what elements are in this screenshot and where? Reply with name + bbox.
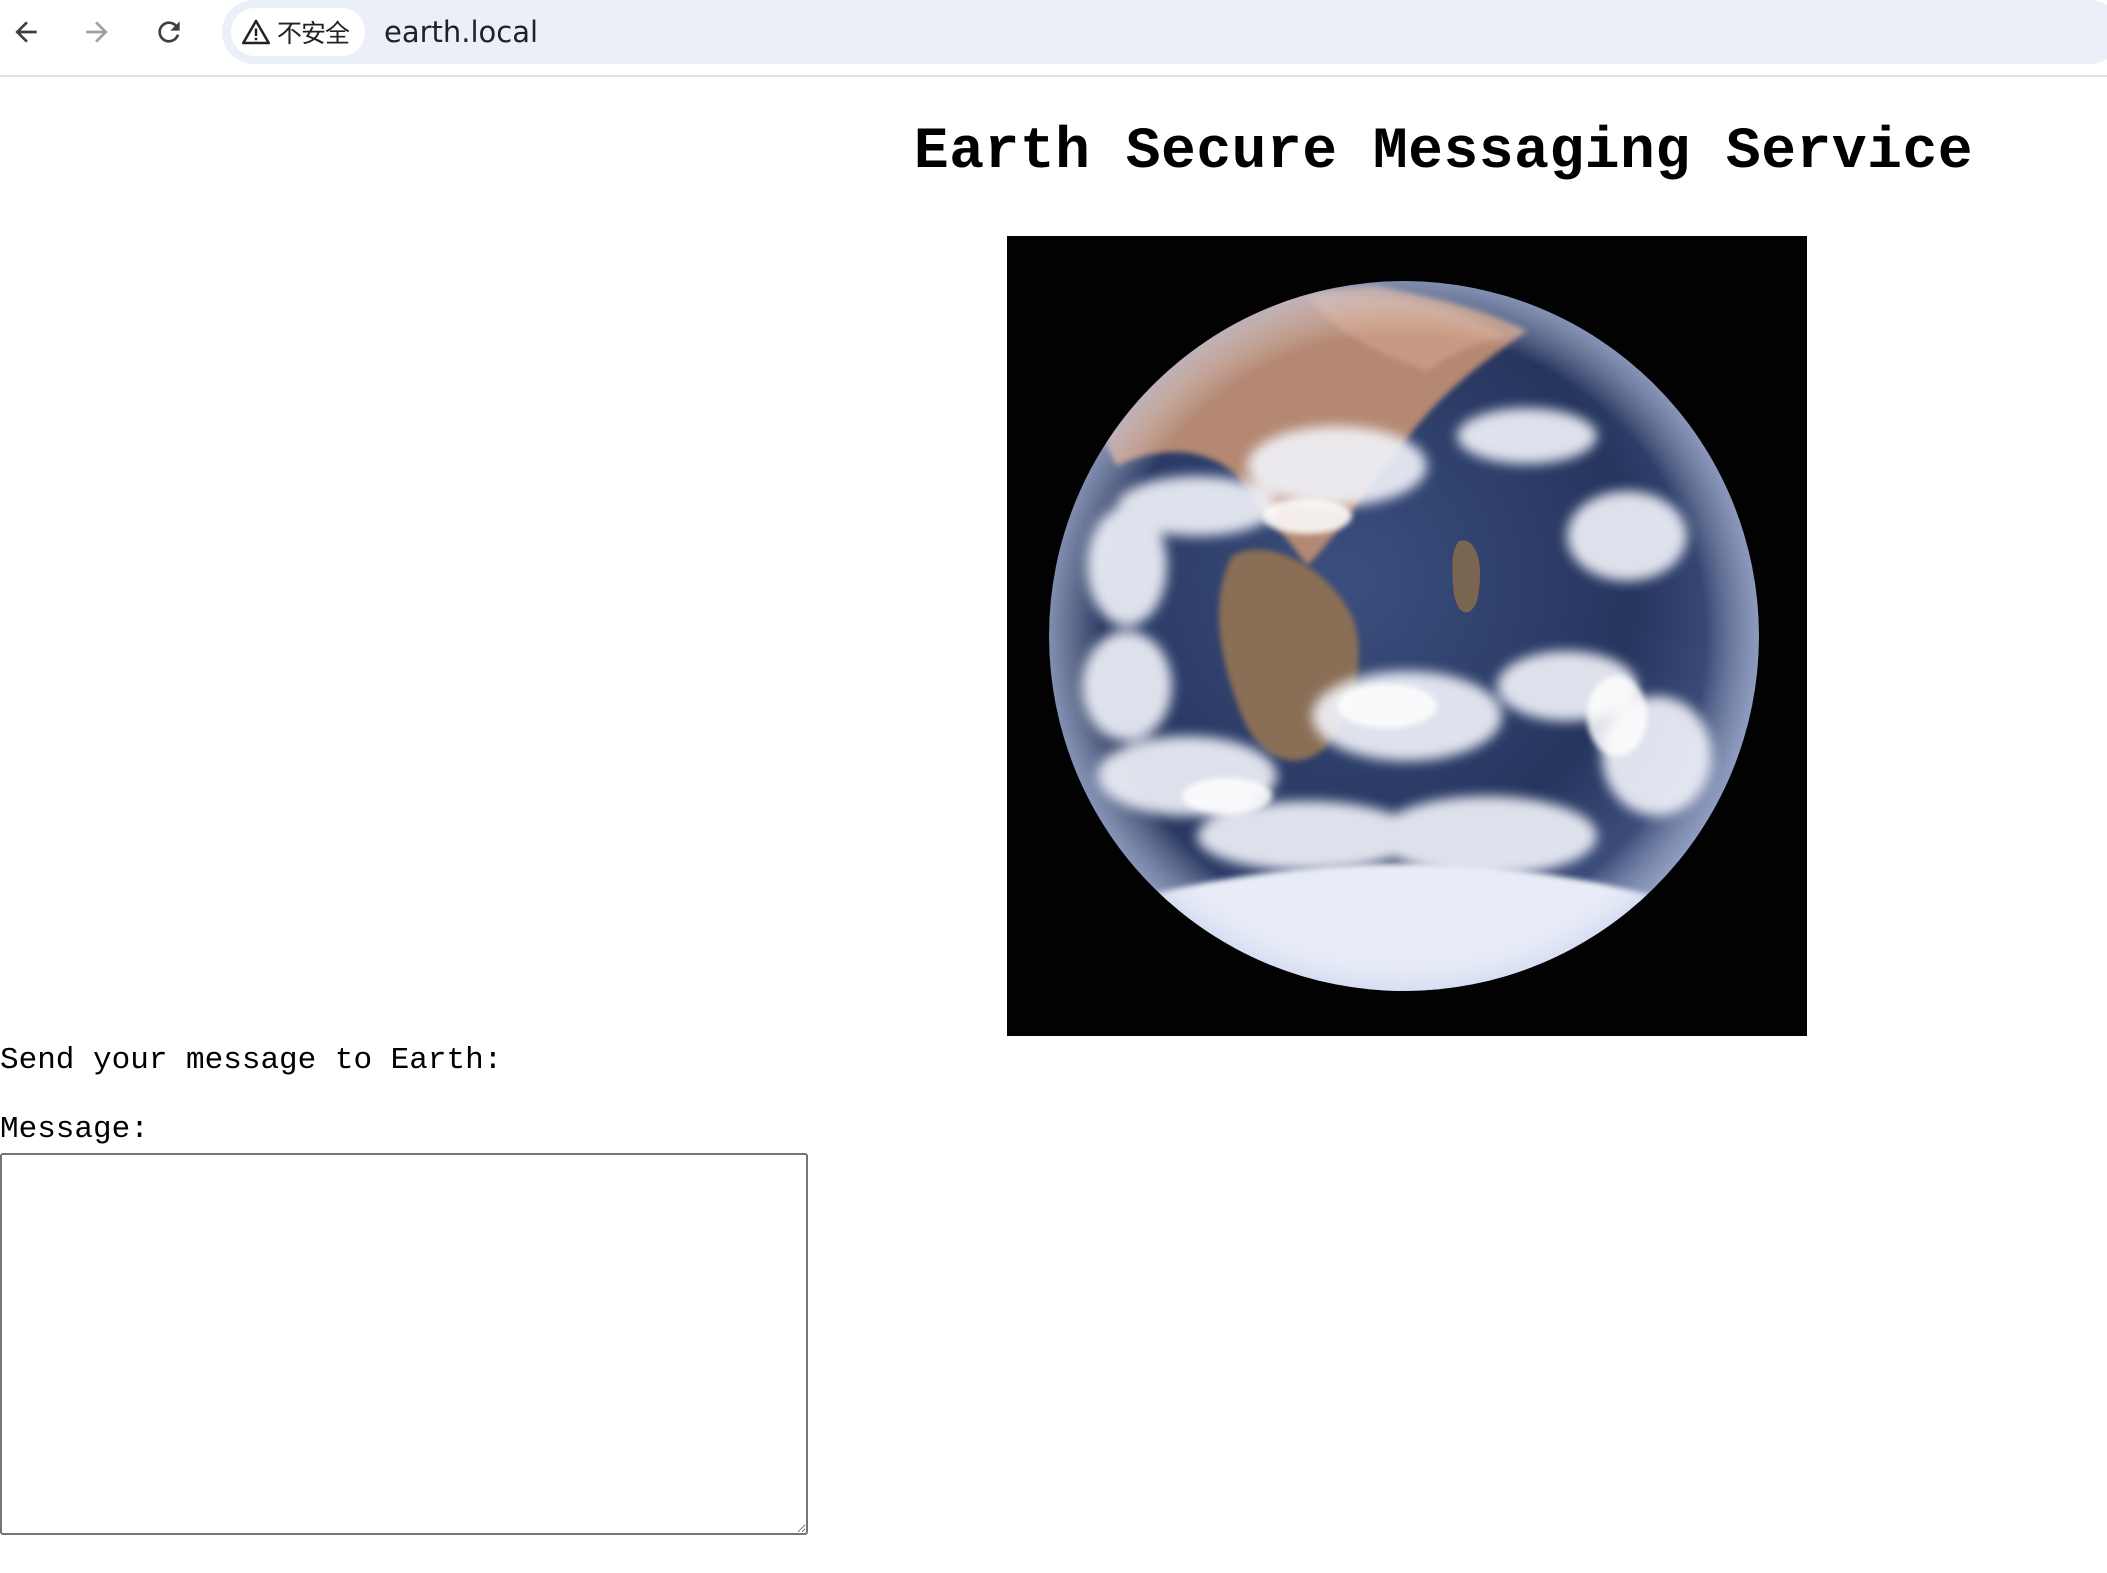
- back-button[interactable]: [2, 8, 50, 56]
- earth-image: [1007, 236, 1807, 1036]
- arrow-right-icon: [86, 21, 108, 43]
- earth-globe-graphic: [1007, 236, 1807, 1036]
- security-label: 不安全: [277, 19, 350, 48]
- browser-toolbar: 不安全 earth.local: [0, 0, 2107, 77]
- send-message-prompt: Send your message to Earth:: [0, 1043, 503, 1078]
- url-text[interactable]: earth.local: [384, 10, 538, 54]
- reload-button[interactable]: [145, 8, 193, 56]
- arrow-left-icon: [15, 21, 37, 43]
- message-textarea[interactable]: [0, 1153, 808, 1535]
- forward-button[interactable]: [73, 8, 121, 56]
- address-bar[interactable]: 不安全 earth.local: [222, 0, 2107, 64]
- warning-triangle-icon: [242, 19, 270, 45]
- reload-icon: [158, 21, 180, 43]
- security-indicator[interactable]: 不安全: [231, 8, 365, 56]
- message-label: Message:: [0, 1112, 149, 1147]
- page-title: Earth Secure Messaging Service: [913, 120, 1974, 185]
